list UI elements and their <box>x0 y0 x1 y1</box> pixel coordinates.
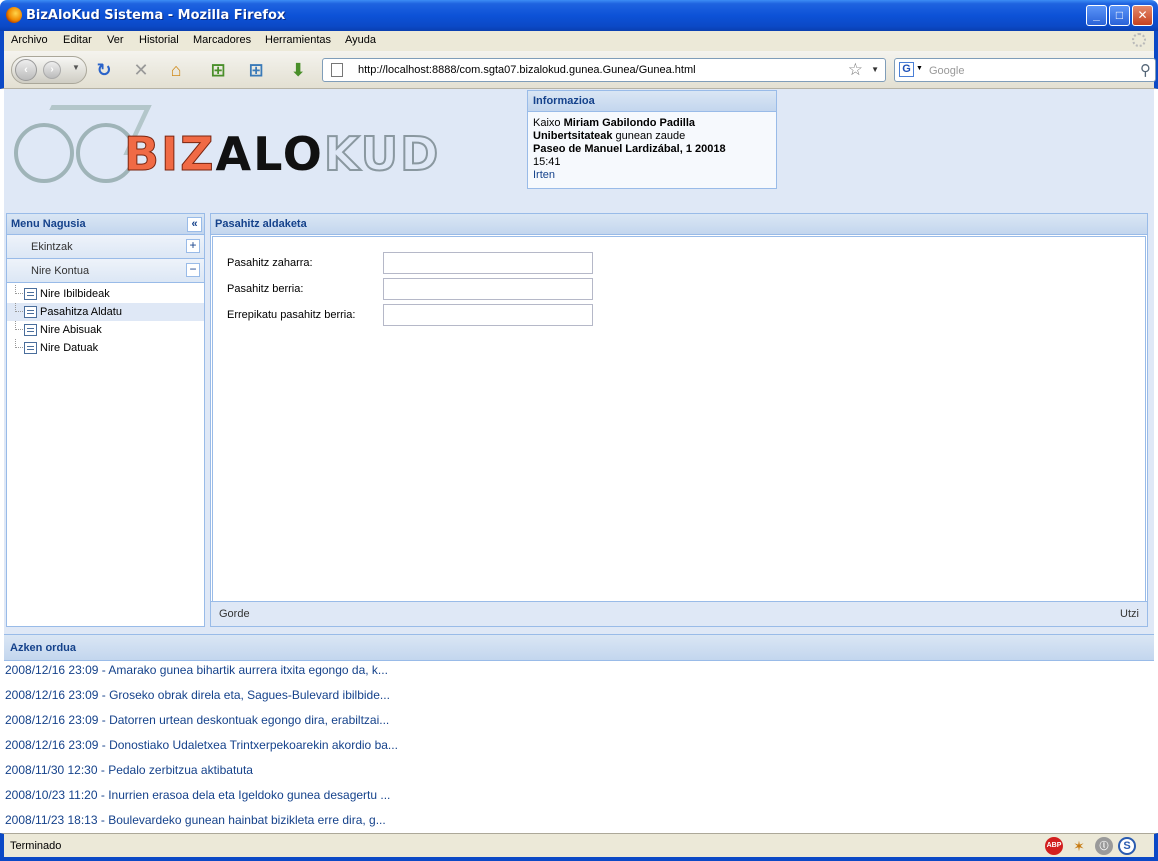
info-panel-title: Informazioa <box>528 91 776 112</box>
page-icon <box>331 63 343 77</box>
navigation-toolbar: ‹ › ▼ ↻ ✕ ⌂ ⊞ ⊞ ⬇ http://localhost:8888/… <box>0 51 1158 89</box>
logout-link[interactable]: Irten <box>533 169 771 182</box>
logo-wordmark: BIZALOKUD <box>124 127 441 181</box>
info-panel: Informazioa Kaixo Miriam Gabilondo Padil… <box>527 90 777 189</box>
password-change-panel: Pasahitz aldaketa Pasahitz zaharra: Pasa… <box>210 213 1148 627</box>
new-password-input[interactable] <box>383 278 593 300</box>
firebug-icon[interactable]: ✶ <box>1070 837 1088 855</box>
field-label: Errepikatu pasahitz berria: <box>227 309 356 321</box>
menu-bar: Archivo Editar Ver Historial Marcadores … <box>0 31 1158 51</box>
form-row: Pasahitz berria: <box>227 278 593 300</box>
search-input[interactable]: Google <box>929 65 964 77</box>
menu-marcadores[interactable]: Marcadores <box>193 34 251 46</box>
menu-item-nire-datuak[interactable]: Nire Datuak <box>7 339 204 357</box>
form-body: Pasahitz zaharra: Pasahitz berria: Errep… <box>212 236 1146 603</box>
greeting: Kaixo <box>533 117 561 129</box>
field-label: Pasahitz zaharra: <box>227 257 313 269</box>
menu-herramientas[interactable]: Herramientas <box>265 34 331 46</box>
main-menu-title: Menu Nagusia <box>11 218 86 230</box>
news-item[interactable]: 2008/11/23 18:13 - Boulevardeko gunean h… <box>5 813 386 827</box>
form-row: Pasahitz zaharra: <box>227 252 593 274</box>
history-dropdown-icon[interactable]: ▼ <box>72 63 80 72</box>
field-label: Pasahitz berria: <box>227 283 304 295</box>
engine-dropdown-icon[interactable]: ▼ <box>916 65 923 72</box>
window-titlebar: BizAloKud Sistema - Mozilla Firefox _ □ … <box>0 0 1158 31</box>
status-bar: Terminado ABP ✶ ⓛ S <box>0 833 1158 861</box>
close-button[interactable]: ✕ <box>1132 5 1153 26</box>
menu-archivo[interactable]: Archivo <box>11 34 48 46</box>
collapse-icon[interactable]: − <box>186 263 200 277</box>
search-bar[interactable]: G ▼ Google ⚲ <box>894 58 1156 82</box>
bookmark-star-icon[interactable]: ☆ <box>848 60 863 80</box>
current-time: 15:41 <box>533 156 561 168</box>
stop-icon[interactable]: ✕ <box>131 60 151 80</box>
window-title: BizAloKud Sistema - Mozilla Firefox <box>26 8 286 23</box>
back-forward-group: ‹ › ▼ <box>11 56 87 84</box>
news-panel: Azken ordua 2008/12/16 23:09 - Amarako g… <box>4 634 1154 833</box>
menu-ver[interactable]: Ver <box>107 34 124 46</box>
home-icon[interactable]: ⌂ <box>166 60 186 80</box>
minimize-button[interactable]: _ <box>1086 5 1107 26</box>
address: Paseo de Manuel Lardizábal, 1 20018 <box>533 143 726 155</box>
accordion-ekintzak[interactable]: Ekintzak + <box>7 235 204 259</box>
repeat-password-input[interactable] <box>383 304 593 326</box>
app-viewport: BIZALOKUD Informazioa Kaixo Miriam Gabil… <box>4 89 1154 833</box>
accordion-label: Nire Kontua <box>31 265 90 277</box>
addon-icon[interactable]: ⓛ <box>1095 837 1113 855</box>
news-item[interactable]: 2008/11/30 12:30 - Pedalo zerbitzua akti… <box>5 763 253 777</box>
form-icon <box>24 324 37 336</box>
news-item[interactable]: 2008/10/23 11:20 - Inurrien erasoa dela … <box>5 788 390 802</box>
firefox-icon <box>6 7 22 23</box>
back-button[interactable]: ‹ <box>15 59 37 81</box>
form-icon <box>24 288 37 300</box>
menu-item-nire-ibilbideak[interactable]: Nire Ibilbideak <box>7 285 204 303</box>
news-item[interactable]: 2008/12/16 23:09 - Donostiako Udaletxea … <box>5 738 398 752</box>
menu-item-pasahitza-aldatu[interactable]: Pasahitza Aldatu <box>7 303 204 321</box>
google-icon[interactable]: G <box>899 62 914 77</box>
panel-footer: Gorde Utzi <box>211 601 1147 626</box>
form-row: Errepikatu pasahitz berria: <box>227 304 593 326</box>
throbber-icon <box>1132 33 1146 47</box>
new-tab-icon[interactable]: ⊞ <box>208 60 228 80</box>
cancel-button[interactable]: Utzi <box>1120 608 1139 620</box>
panel-title: Pasahitz aldaketa <box>211 214 1147 235</box>
menu-item-nire-abisuak[interactable]: Nire Abisuak <box>7 321 204 339</box>
skype-icon[interactable]: S <box>1118 837 1136 855</box>
expand-icon[interactable]: + <box>186 239 200 253</box>
form-icon <box>24 342 37 354</box>
adblock-icon[interactable]: ABP <box>1045 837 1063 855</box>
accordion-nire-kontua[interactable]: Nire Kontua − <box>7 259 204 283</box>
forward-button[interactable]: › <box>43 61 61 79</box>
collapse-menu-button[interactable]: « <box>187 217 202 232</box>
download-icon[interactable]: ⬇ <box>288 60 308 80</box>
news-item[interactable]: 2008/12/16 23:09 - Datorren urtean desko… <box>5 713 389 727</box>
status-text: Terminado <box>10 840 62 852</box>
old-password-input[interactable] <box>383 252 593 274</box>
user-name: Miriam Gabilondo Padilla <box>563 117 696 129</box>
menu-editar[interactable]: Editar <box>63 34 92 46</box>
url-dropdown-icon[interactable]: ▼ <box>871 65 879 74</box>
main-menu-panel: Menu Nagusia « Ekintzak + Nire Kontua − … <box>6 213 205 627</box>
news-panel-title: Azken ordua <box>4 635 1154 661</box>
news-item[interactable]: 2008/12/16 23:09 - Groseko obrak direla … <box>5 688 390 702</box>
menu-ayuda[interactable]: Ayuda <box>345 34 376 46</box>
accordion-label: Ekintzak <box>31 241 73 253</box>
maximize-button[interactable]: □ <box>1109 5 1130 26</box>
news-item[interactable]: 2008/12/16 23:09 - Amarako gunea biharti… <box>5 663 388 677</box>
url-text[interactable]: http://localhost:8888/com.sgta07.bizalok… <box>358 64 696 76</box>
place-suffix: gunean zaude <box>615 130 686 142</box>
search-icon[interactable]: ⚲ <box>1140 61 1151 79</box>
url-bar[interactable]: http://localhost:8888/com.sgta07.bizalok… <box>322 58 886 82</box>
form-icon <box>24 306 37 318</box>
menu-historial[interactable]: Historial <box>139 34 179 46</box>
save-button[interactable]: Gorde <box>219 608 250 620</box>
current-place: Unibertsitateak <box>533 130 613 142</box>
reload-icon[interactable]: ↻ <box>94 60 114 80</box>
new-window-icon[interactable]: ⊞ <box>246 60 266 80</box>
bizalokud-logo: BIZALOKUD <box>10 93 520 203</box>
